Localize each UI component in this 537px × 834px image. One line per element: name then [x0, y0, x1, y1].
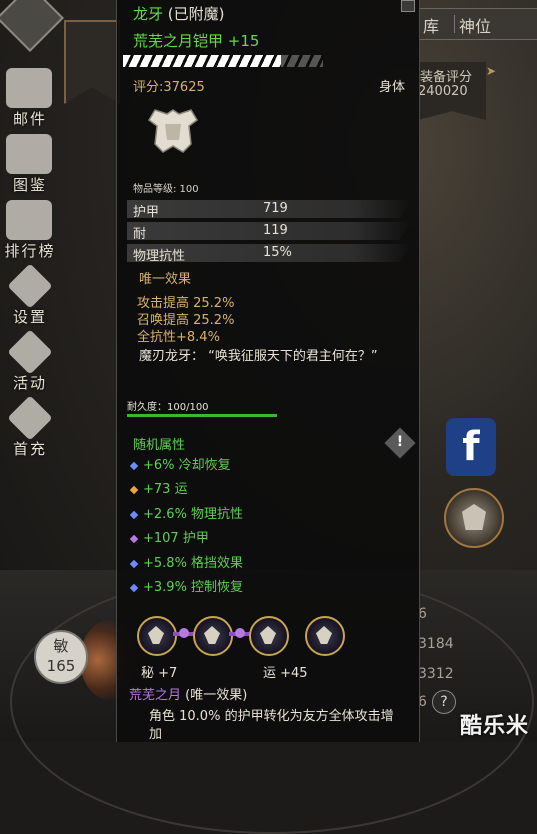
- sidebar-item-first-recharge[interactable]: 首充: [0, 394, 60, 458]
- stat-name: 护甲: [133, 205, 160, 220]
- affix-diamond-icon: [129, 534, 139, 543]
- random-affix: +2.6% 物理抗性: [129, 503, 244, 522]
- tab-divider: [454, 15, 455, 33]
- sidebar-item-mail[interactable]: 邮件: [0, 64, 60, 128]
- sidebar-item-label: 设置: [12, 308, 47, 326]
- random-affix: +73 运: [129, 478, 188, 497]
- item-full-title: 荒芜之月铠甲 +15: [133, 32, 260, 50]
- random-affix: +6% 冷却恢复: [129, 454, 231, 473]
- stat-label: 敏: [53, 637, 69, 655]
- sidebar-item-label: 排行榜: [4, 242, 56, 260]
- right-stat-value: 3184: [418, 636, 454, 652]
- gem-icon: [204, 626, 220, 644]
- sidebar-item-label: 首充: [12, 440, 47, 458]
- item-score: 评分:37625: [133, 80, 205, 95]
- random-affix: +3.9% 控制恢复: [129, 576, 244, 595]
- unique-effect-title: 唯一效果: [139, 272, 192, 287]
- socket-gem[interactable]: [249, 616, 289, 656]
- equip-score-value: 240020: [418, 84, 468, 99]
- gem-icon: [316, 626, 332, 644]
- item-name: 龙牙 (已附魔): [133, 3, 225, 24]
- first-recharge-icon: [7, 395, 53, 441]
- tab-storage[interactable]: 库: [423, 13, 439, 37]
- stat-value: 15%: [263, 245, 292, 260]
- lock-icon[interactable]: [401, 0, 415, 12]
- unique-effect-line: 全抗性+8.4%: [137, 330, 220, 345]
- affix-text: +3.9% 控制恢复: [143, 580, 244, 595]
- item-slot: 身体: [379, 80, 406, 95]
- inventory-tabbar: 库 神位: [418, 8, 537, 40]
- random-affix: +107 护甲: [129, 527, 209, 546]
- tab-god-seat[interactable]: 神位: [459, 13, 491, 37]
- sidebar-item-settings[interactable]: 设置: [0, 262, 60, 326]
- affix-diamond-icon: [129, 559, 139, 568]
- random-attributes-title: 随机属性: [133, 438, 186, 453]
- socket-link-node: [179, 628, 189, 638]
- gem-icon: [148, 626, 164, 644]
- warning-icon: !: [396, 434, 404, 450]
- affix-text: +73 运: [143, 482, 188, 497]
- gear-icon: [7, 263, 53, 309]
- equip-score-label: 装备评分: [420, 70, 473, 85]
- sidebar-item-label: 邮件: [12, 110, 47, 128]
- helmet-icon: [462, 504, 486, 530]
- socket-gem[interactable]: [137, 616, 177, 656]
- set-bonus-title: 荒芜之月 (唯一效果): [129, 684, 247, 703]
- help-button[interactable]: ?: [432, 690, 456, 714]
- sidebar-item-label: 图鉴: [12, 176, 47, 194]
- book-icon: [6, 134, 52, 174]
- stat-row-stamina: 耐 119: [127, 222, 411, 242]
- armor-icon: [148, 109, 198, 153]
- gem-icon: [260, 626, 276, 644]
- watermark-logo: 酷乐米: [460, 714, 530, 739]
- socket-link-node: [235, 628, 245, 638]
- set-tag: (唯一效果): [185, 688, 248, 703]
- affix-text: +107 护甲: [143, 531, 209, 546]
- affix-text: +6% 冷却恢复: [143, 458, 231, 473]
- stat-value: 119: [263, 223, 288, 238]
- sidebar-item-ranking[interactable]: 排行榜: [0, 196, 60, 260]
- affix-text: +5.8% 格挡效果: [143, 556, 244, 571]
- sidebar-item-label: 活动: [12, 374, 47, 392]
- facebook-icon[interactable]: f: [446, 418, 496, 476]
- stat-name: 耐: [133, 227, 147, 242]
- set-bonus-desc: 角色 10.0% 的护甲转化为友方全体攻击增加: [149, 709, 394, 742]
- item-tooltip: 龙牙 (已附魔) 荒芜之月铠甲 +15 评分:37625 身体 物品等级: 10…: [116, 0, 420, 742]
- affix-diamond-icon: [129, 583, 139, 592]
- arrow-icon: ➤: [486, 64, 497, 78]
- durability-bar: [127, 414, 277, 417]
- stat-row-armor: 护甲 719: [127, 200, 411, 220]
- mail-icon: [6, 68, 52, 108]
- durability-label: 耐久度：100/100: [127, 402, 209, 413]
- set-name: 荒芜之月: [129, 688, 182, 703]
- item-short-name: 龙牙: [133, 5, 164, 23]
- stat-value: 719: [263, 201, 288, 216]
- affix-diamond-icon: [129, 510, 139, 519]
- affix-diamond-icon: [129, 485, 139, 494]
- socket-bonus-label: 运 +45: [263, 666, 308, 681]
- affix-text: +2.6% 物理抗性: [143, 507, 244, 522]
- socket-gem[interactable]: [305, 616, 345, 656]
- socket-gem[interactable]: [193, 616, 233, 656]
- enhance-progress-empty: [281, 55, 323, 67]
- agility-stat: 敏 165: [34, 630, 88, 684]
- item-level: 物品等级: 100: [133, 184, 199, 195]
- stat-value: 165: [46, 657, 76, 675]
- ranking-icon: [6, 200, 52, 240]
- right-stat-value: 3312: [418, 666, 454, 682]
- affix-diamond-icon: [129, 461, 139, 470]
- activity-icon: [7, 329, 53, 375]
- stat-name: 物理抗性: [133, 249, 186, 264]
- random-affix: +5.8% 格挡效果: [129, 552, 244, 571]
- stat-row-phys-res: 物理抗性 15%: [127, 244, 411, 264]
- guild-emblem-icon[interactable]: [444, 488, 504, 548]
- sidebar-item-activity[interactable]: 活动: [0, 328, 60, 392]
- socket-bonus-label: 秘 +7: [141, 666, 178, 681]
- enchant-tag: (已附魔): [167, 5, 225, 23]
- sidebar-item-codex[interactable]: 图鉴: [0, 130, 60, 194]
- item-quote: 魔刃龙牙： “唤我征服天下的君主何在？”: [139, 349, 378, 364]
